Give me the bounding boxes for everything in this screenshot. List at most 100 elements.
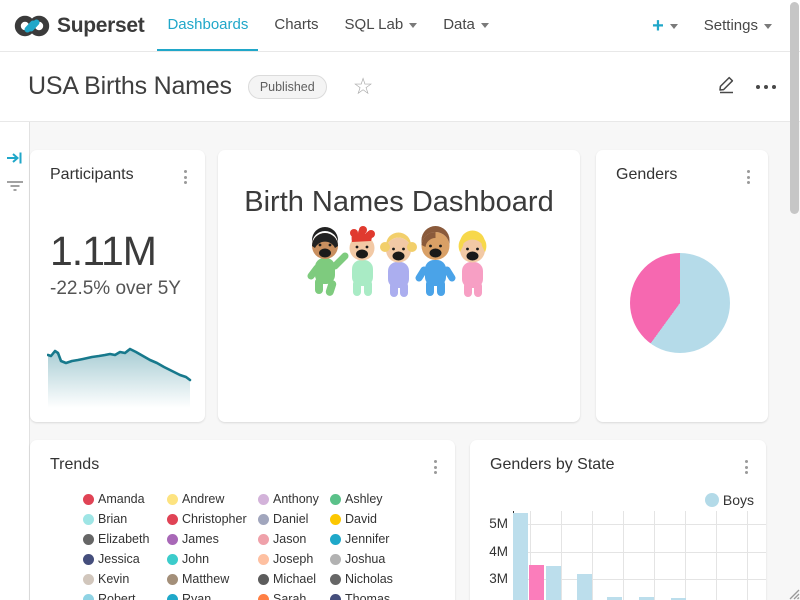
- legend-swatch: [258, 554, 269, 565]
- nav-item-label: Dashboards: [167, 16, 248, 33]
- bar-3[interactable]: [546, 566, 561, 600]
- nav-item-sql-lab[interactable]: SQL Lab: [335, 0, 428, 51]
- genders-by-state-card: Genders by State Boys 5M 4M 3M: [470, 440, 766, 600]
- legend-label: Robert: [98, 592, 136, 600]
- superset-dashboard-window: Superset Dashboards Charts SQL Lab Data + S…: [0, 0, 800, 600]
- gridline: [514, 524, 766, 525]
- legend-item-matthew[interactable]: Matthew: [167, 569, 258, 589]
- vertical-scrollbar[interactable]: [790, 2, 799, 214]
- legend-label: Jennifer: [345, 532, 389, 546]
- legend-label: Jason: [273, 532, 306, 546]
- resize-grip-icon[interactable]: [786, 586, 800, 600]
- plus-icon: +: [652, 16, 664, 36]
- legend-label: Ashley: [345, 492, 383, 506]
- nav-item-label: Data: [443, 16, 475, 33]
- legend-item-jason[interactable]: Jason: [258, 529, 330, 549]
- y-axis-tick-label: 5M: [470, 516, 508, 531]
- legend-item-amanda[interactable]: Amanda: [83, 489, 167, 509]
- favorite-star-icon[interactable]: ☆: [353, 75, 374, 98]
- legend-item-joseph[interactable]: Joseph: [258, 549, 330, 569]
- legend-swatch: [330, 574, 341, 585]
- bar-1[interactable]: [513, 513, 528, 600]
- legend-item-anthony[interactable]: Anthony: [258, 489, 330, 509]
- published-badge[interactable]: Published: [248, 75, 327, 99]
- bar-2[interactable]: [529, 565, 544, 600]
- legend-item-john[interactable]: John: [167, 549, 258, 569]
- legend-item-kevin[interactable]: Kevin: [83, 569, 167, 589]
- legend-item-andrew[interactable]: Andrew: [167, 489, 258, 509]
- primary-nav: Dashboards Charts SQL Lab Data: [154, 0, 501, 51]
- genders-card: Genders: [596, 150, 768, 422]
- legend-item-jessica[interactable]: Jessica: [83, 549, 167, 569]
- legend-item-nicholas[interactable]: Nicholas: [330, 569, 440, 589]
- kids-illustration: [218, 226, 580, 303]
- kebab-menu-icon[interactable]: [178, 166, 193, 188]
- legend-label: Nicholas: [345, 572, 393, 586]
- chevron-down-icon: [764, 24, 772, 29]
- kebab-menu-icon[interactable]: [741, 166, 756, 188]
- card-title: Trends: [50, 456, 99, 474]
- filter-icon[interactable]: [6, 178, 24, 199]
- dashboard-heading: Birth Names Dashboard: [218, 186, 580, 219]
- edit-pencil-icon[interactable]: [717, 75, 736, 99]
- legend-swatch: [258, 594, 269, 600]
- more-actions-icon[interactable]: [756, 85, 776, 89]
- legend-item-david[interactable]: David: [330, 509, 440, 529]
- boys-legend-label: Boys: [723, 492, 754, 508]
- legend-label: James: [182, 532, 219, 546]
- legend-swatch: [330, 554, 341, 565]
- legend-swatch: [83, 534, 94, 545]
- superset-logo[interactable]: Superset: [0, 0, 144, 51]
- legend-item-ashley[interactable]: Ashley: [330, 489, 440, 509]
- legend-item-robert[interactable]: Robert: [83, 589, 167, 600]
- participants-area-chart[interactable]: [47, 346, 192, 408]
- legend-label: Joshua: [345, 552, 385, 566]
- legend-label: Christopher: [182, 512, 247, 526]
- legend-swatch: [167, 494, 178, 505]
- titlebar-actions: [717, 75, 776, 99]
- legend-item-daniel[interactable]: Daniel: [258, 509, 330, 529]
- big-number-value: 1.11M: [50, 228, 156, 275]
- big-number-trend: -22.5% over 5Y: [50, 278, 181, 300]
- nav-item-charts[interactable]: Charts: [264, 0, 328, 51]
- card-title: Participants: [50, 166, 134, 184]
- legend-swatch: [83, 574, 94, 585]
- gridline: [514, 552, 766, 553]
- kebab-menu-icon[interactable]: [428, 456, 443, 478]
- card-title: Genders: [616, 166, 677, 184]
- legend-item-michael[interactable]: Michael: [258, 569, 330, 589]
- new-item-button[interactable]: +: [652, 16, 678, 36]
- legend-swatch: [83, 494, 94, 505]
- kebab-menu-icon[interactable]: [739, 456, 754, 478]
- legend-item-ryan[interactable]: Ryan: [167, 589, 258, 600]
- legend-item-joshua[interactable]: Joshua: [330, 549, 440, 569]
- legend-label: Ryan: [182, 592, 211, 600]
- legend-item-james[interactable]: James: [167, 529, 258, 549]
- y-axis-tick-label: 4M: [470, 544, 508, 559]
- legend-item-sarah[interactable]: Sarah: [258, 589, 330, 600]
- genders-pie-chart[interactable]: [630, 253, 730, 353]
- trends-card: Trends AmandaAndrewAnthony Ashley Brian Chr…: [30, 440, 455, 600]
- legend-swatch: [258, 534, 269, 545]
- settings-menu[interactable]: Settings: [704, 17, 772, 34]
- card-title: Genders by State: [490, 456, 615, 474]
- legend-item-thomas[interactable]: Thomas: [330, 589, 440, 600]
- legend-item-brian[interactable]: Brian: [83, 509, 167, 529]
- bar-4[interactable]: [577, 574, 592, 600]
- legend-item-boys[interactable]: Boys: [705, 492, 754, 508]
- legend-swatch: [330, 514, 341, 525]
- nav-item-label: SQL Lab: [345, 16, 404, 33]
- legend-label: David: [345, 512, 377, 526]
- y-axis-tick-label: 3M: [470, 571, 508, 586]
- expand-filter-bar-icon[interactable]: [6, 150, 24, 171]
- nav-item-data[interactable]: Data: [433, 0, 499, 51]
- legend-swatch: [167, 594, 178, 600]
- legend-item-jennifer[interactable]: Jennifer: [330, 529, 440, 549]
- legend-swatch: [167, 514, 178, 525]
- brand-name: Superset: [57, 14, 144, 38]
- markdown-header-card: Birth Names Dashboard: [218, 150, 580, 422]
- boys-legend-swatch: [705, 493, 719, 507]
- legend-item-christopher[interactable]: Christopher: [167, 509, 258, 529]
- nav-item-dashboards[interactable]: Dashboards: [157, 0, 258, 51]
- legend-item-elizabeth[interactable]: Elizabeth: [83, 529, 167, 549]
